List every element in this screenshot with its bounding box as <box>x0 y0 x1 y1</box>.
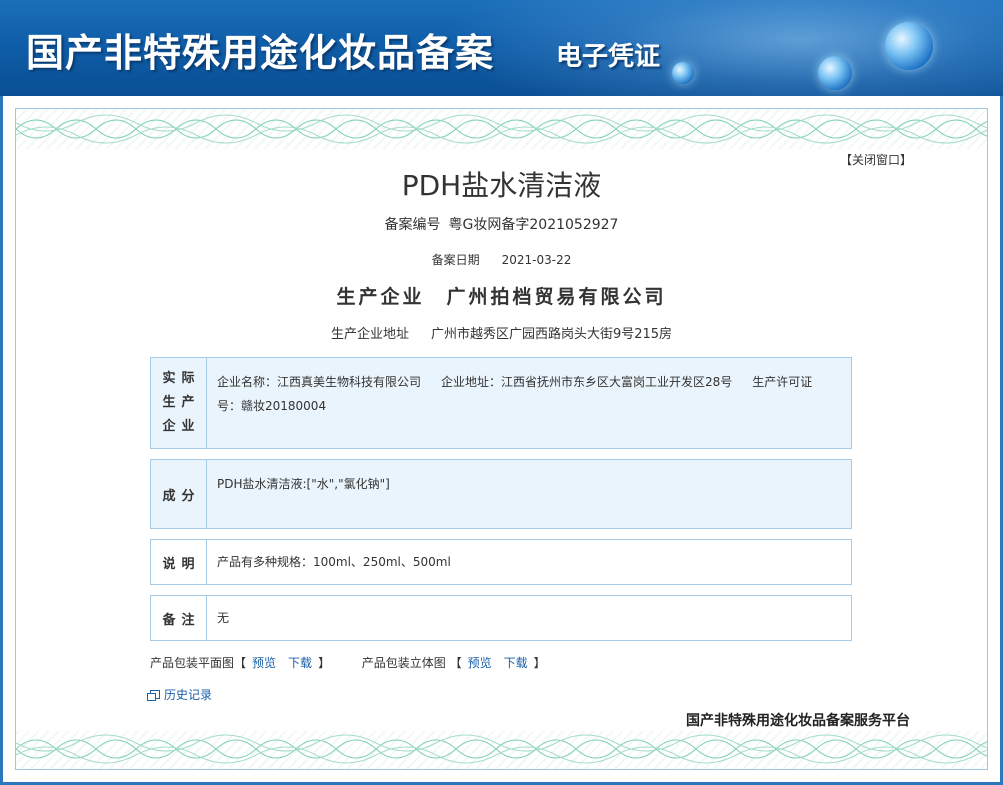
ingredients-body: PDH盐水清洁液:["水","氯化钠"] <box>217 477 390 491</box>
remarks-heading: 备注 <box>151 596 207 640</box>
platform-name: 国产非特殊用途化妆品备案服务平台 <box>686 713 910 729</box>
flat-preview-link[interactable]: 预览 <box>252 656 276 670</box>
remarks-section: 备注 无 <box>150 595 852 641</box>
date-value: 2021-03-22 <box>501 253 572 267</box>
date-line: 备案日期 2021-03-22 <box>0 251 1003 268</box>
description-section: 说明 产品有多种规格：100ml、250ml、500ml <box>150 539 852 585</box>
company-name: 广州拍档贸易有限公司 <box>446 286 667 308</box>
company-label: 生产企业 <box>336 286 425 308</box>
history-link[interactable]: 历史记录 <box>147 686 213 703</box>
stereo-package-label: 产品包装立体图 <box>361 656 446 670</box>
address-line: 生产企业地址 广州市越秀区广园西路岗头大街9号215房 <box>0 323 1003 342</box>
decorative-orb-icon <box>818 56 852 90</box>
remarks-body: 无 <box>217 611 230 625</box>
decorative-orb-icon <box>672 62 694 84</box>
ingredients-heading: 成分 <box>151 460 207 528</box>
registration-label: 备案编号 <box>384 217 441 233</box>
actual-producer-section: 实际 生产 企业 企业名称：江西真美生物科技有限公司 企业地址：江西省抚州市东乡区… <box>150 357 852 449</box>
banner-subtitle: 电子凭证 <box>556 42 661 72</box>
decorative-orb-icon <box>885 22 933 70</box>
banner-title: 国产非特殊用途化妆品备案 <box>26 30 495 75</box>
address-value: 广州市越秀区广园西路岗头大街9号215房 <box>430 327 673 342</box>
history-window-icon <box>147 690 160 701</box>
header-banner: 国产非特殊用途化妆品备案 电子凭证 <box>0 0 1003 96</box>
actual-producer-body: 企业名称：江西真美生物科技有限公司 企业地址：江西省抚州市东乡区大富岗工业开发区2… <box>207 358 851 448</box>
product-name: PDH盐水清洁液 <box>401 169 602 202</box>
license-label: 生产许可证 <box>752 375 813 389</box>
actual-producer-heading: 实际 生产 企业 <box>151 358 207 448</box>
producer-name: 企业名称：江西真美生物科技有限公司 <box>217 375 422 389</box>
guilloche-border-top <box>16 109 987 149</box>
package-links: 产品包装平面图【 预览 下载】 产品包装立体图 【预览 下载】 <box>150 656 546 670</box>
address-label: 生产企业地址 <box>330 327 409 342</box>
date-label: 备案日期 <box>431 253 480 267</box>
registration-number: 粤G妆网备字2021052927 <box>448 217 619 233</box>
ingredients-section: 成分 PDH盐水清洁液:["水","氯化钠"] <box>150 459 852 529</box>
guilloche-border-bottom <box>16 729 987 769</box>
description-body: 产品有多种规格：100ml、250ml、500ml <box>217 555 451 569</box>
flat-package-label: 产品包装平面图 <box>150 656 235 670</box>
company-line: 生产企业 广州拍档贸易有限公司 <box>0 282 1003 309</box>
flat-download-link[interactable]: 下载 <box>288 656 312 670</box>
license-number: 号：赣妆20180004 <box>217 399 327 413</box>
history-label: 历史记录 <box>164 688 213 702</box>
registration-line: 备案编号 粤G妆网备字2021052927 <box>0 214 1003 234</box>
description-heading: 说明 <box>151 540 207 584</box>
stereo-preview-link[interactable]: 预览 <box>468 656 492 670</box>
stereo-download-link[interactable]: 下载 <box>504 656 528 670</box>
producer-address: 企业地址：江西省抚州市东乡区大富岗工业开发区28号 <box>441 375 733 389</box>
